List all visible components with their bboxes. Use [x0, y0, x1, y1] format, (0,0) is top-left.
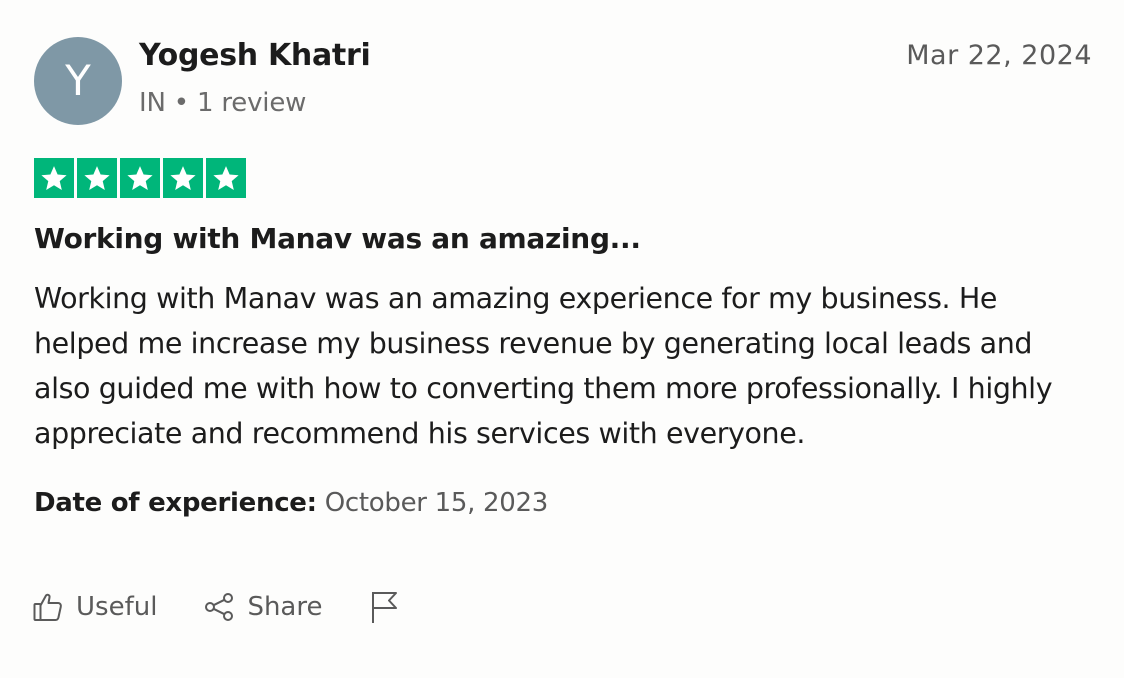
- reviewer-meta: IN • 1 review: [139, 88, 307, 118]
- review-title: Working with Manav was an amazing...: [34, 222, 641, 255]
- star-rating: [34, 158, 246, 198]
- star-icon: [163, 158, 203, 198]
- share-label: Share: [247, 592, 323, 622]
- reviewer-name[interactable]: Yogesh Khatri: [139, 38, 371, 73]
- review-date: Mar 22, 2024: [906, 40, 1092, 71]
- review-card: Y Yogesh Khatri IN • 1 review Mar 22, 20…: [0, 0, 1124, 678]
- avatar-letter: Y: [65, 56, 91, 105]
- star-icon: [206, 158, 246, 198]
- experience-label: Date of experience:: [34, 488, 317, 518]
- review-body: Working with Manav was an amazing experi…: [34, 282, 1053, 450]
- avatar[interactable]: Y: [34, 37, 122, 125]
- star-icon: [34, 158, 74, 198]
- report-button[interactable]: [370, 590, 400, 624]
- date-of-experience: Date of experience: October 15, 2023: [34, 488, 548, 518]
- share-icon: [203, 591, 235, 623]
- useful-label: Useful: [76, 592, 158, 622]
- star-icon: [77, 158, 117, 198]
- useful-button[interactable]: Useful: [32, 591, 157, 623]
- flag-icon: [370, 590, 400, 624]
- review-actions: Useful Share: [32, 586, 400, 628]
- star-icon: [120, 158, 160, 198]
- thumbs-up-icon: [32, 591, 64, 623]
- experience-value: October 15, 2023: [324, 488, 549, 518]
- share-button[interactable]: Share: [203, 591, 322, 623]
